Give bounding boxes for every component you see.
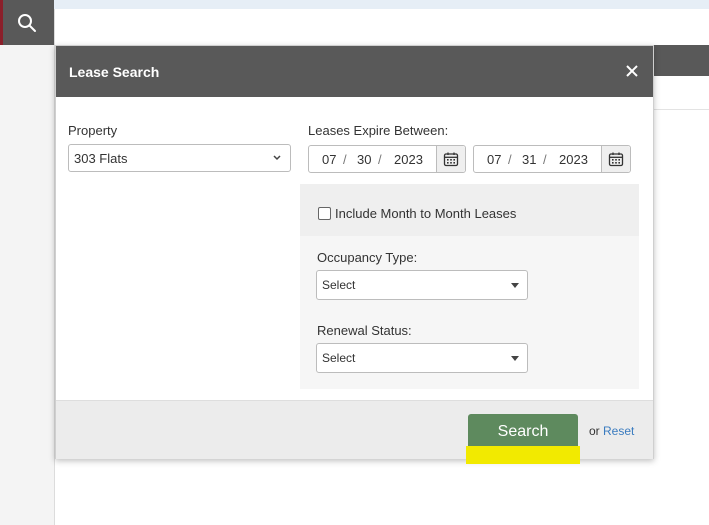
left-rail <box>0 0 55 525</box>
renewal-status-label: Renewal Status: <box>317 323 412 338</box>
date-separator: / <box>343 152 347 167</box>
start-year[interactable]: 2023 <box>394 152 423 167</box>
start-date-field[interactable]: 07 / 30 / 2023 <box>308 145 466 173</box>
date-separator: / <box>543 152 547 167</box>
close-button[interactable] <box>621 60 643 82</box>
caret-down-icon <box>511 356 519 361</box>
start-month[interactable]: 07 <box>322 152 336 167</box>
rail-search-button[interactable] <box>0 0 54 45</box>
rail-accent <box>0 0 3 45</box>
month-to-month-label[interactable]: Include Month to Month Leases <box>335 206 516 221</box>
property-selected-value: 303 Flats <box>74 150 128 166</box>
renewal-status-value: Select <box>322 351 356 365</box>
top-strip <box>54 0 709 9</box>
property-label: Property <box>68 123 118 138</box>
search-button[interactable]: Search <box>468 414 578 449</box>
end-calendar-button[interactable] <box>601 146 630 172</box>
or-text: or <box>589 424 600 438</box>
calendar-icon <box>608 152 624 167</box>
end-year[interactable]: 2023 <box>559 152 588 167</box>
background-divider <box>654 109 709 110</box>
modal-header: Lease Search <box>56 46 653 97</box>
modal-title: Lease Search <box>69 64 160 80</box>
end-day[interactable]: 31 <box>522 152 536 167</box>
calendar-icon <box>443 152 459 167</box>
chevron-down-icon <box>273 155 281 161</box>
occupancy-type-label: Occupancy Type: <box>317 250 418 265</box>
renewal-status-select[interactable]: Select <box>316 343 528 373</box>
end-month[interactable]: 07 <box>487 152 501 167</box>
search-icon <box>18 13 36 32</box>
end-date-field[interactable]: 07 / 31 / 2023 <box>473 145 631 173</box>
caret-down-icon <box>511 283 519 288</box>
date-separator: / <box>508 152 512 167</box>
start-calendar-button[interactable] <box>436 146 465 172</box>
close-icon <box>626 65 638 77</box>
date-separator: / <box>378 152 382 167</box>
background-header-bar <box>654 45 709 76</box>
occupancy-type-value: Select <box>322 278 356 292</box>
month-to-month-checkbox[interactable] <box>318 207 331 220</box>
reset-link[interactable]: Reset <box>603 424 634 438</box>
property-select[interactable]: 303 Flats <box>68 144 291 172</box>
start-day[interactable]: 30 <box>357 152 371 167</box>
highlight-marker <box>466 446 580 464</box>
lease-expire-label: Leases Expire Between: <box>308 123 449 138</box>
occupancy-type-select[interactable]: Select <box>316 270 528 300</box>
lease-search-modal: Lease Search Property 303 Flats Leases E… <box>55 45 654 459</box>
